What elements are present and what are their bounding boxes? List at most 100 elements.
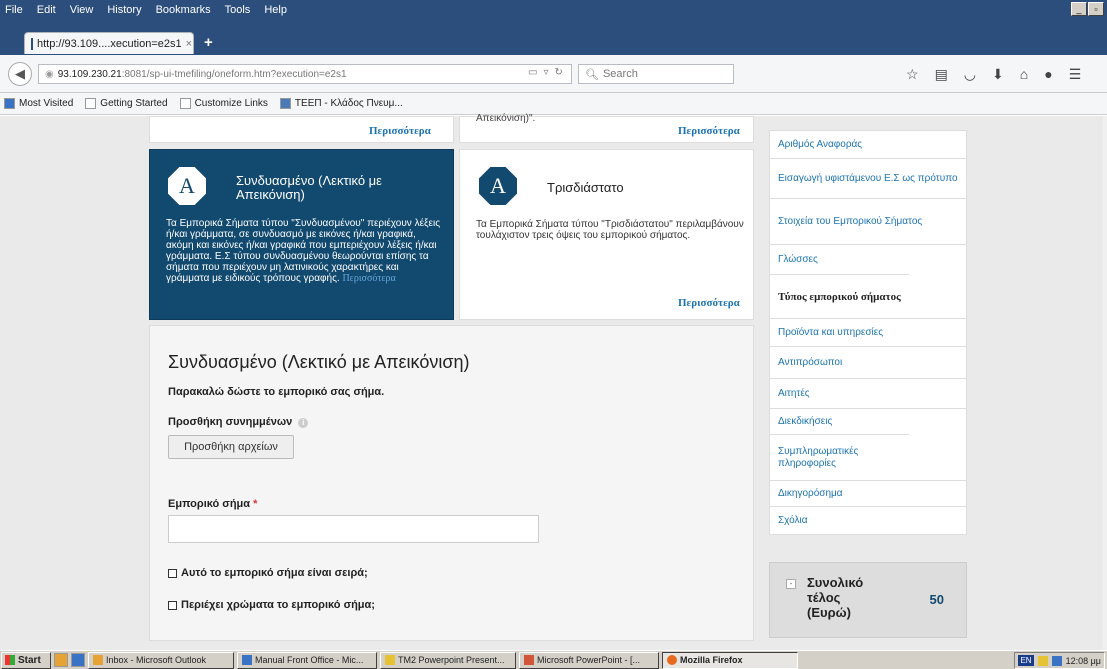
more-link[interactable]: Περισσότερα bbox=[678, 125, 740, 137]
site-info-icon[interactable]: ◉ bbox=[45, 69, 54, 80]
card-partial-left[interactable]: Περισσότερα bbox=[149, 116, 454, 143]
required-mark: * bbox=[253, 498, 258, 510]
url-bar[interactable]: ◉ 93.109.230.21:8081/sp-ui-tmefiling/one… bbox=[38, 64, 572, 84]
start-button[interactable]: Start bbox=[1, 651, 51, 669]
reload-icon[interactable]: ↻ bbox=[554, 67, 562, 78]
card-description: Τα Εμπορικά Σήματα τύπου "Συνδυασμένου" … bbox=[166, 218, 442, 284]
quicklaunch-icon[interactable] bbox=[54, 653, 68, 667]
word-icon bbox=[242, 655, 252, 665]
maximize-icon[interactable]: ▫ bbox=[1088, 2, 1104, 16]
add-files-button[interactable]: Προσθήκη αρχείων bbox=[168, 435, 294, 459]
collapse-icon[interactable]: - bbox=[786, 579, 796, 589]
card-combined[interactable]: A Συνδυασμένο (Λεκτικό με Απεικόνιση) Τα… bbox=[149, 149, 454, 320]
menu-bar: File Edit View History Bookmarks Tools H… bbox=[0, 0, 287, 20]
url-host: 93.109.230.21 bbox=[57, 68, 122, 80]
bookmark-customize-links[interactable]: Customize Links bbox=[179, 98, 268, 109]
task-powerpoint[interactable]: Microsoft PowerPoint - [... bbox=[519, 651, 659, 669]
menu-bookmarks[interactable]: Bookmarks bbox=[156, 4, 211, 16]
bookmark-label: Most Visited bbox=[19, 98, 74, 109]
site-icon bbox=[279, 98, 291, 109]
checkbox-icon[interactable] bbox=[168, 600, 177, 610]
more-link[interactable]: Περισσότερα bbox=[369, 125, 431, 137]
task-tm2[interactable]: TM2 Powerpoint Present... bbox=[380, 651, 516, 669]
bookmark-teep[interactable]: ΤΕΕΠ - Κλάδος Πνευμ... bbox=[279, 98, 403, 109]
sidebar-item-languages[interactable]: Γλώσσες bbox=[769, 244, 967, 274]
sidebar-item-applicants[interactable]: Αιτητές bbox=[769, 378, 967, 408]
reader-icon[interactable]: ▭ bbox=[528, 67, 537, 78]
download-icon[interactable]: ⬇ bbox=[992, 66, 1004, 83]
trademark-input[interactable] bbox=[168, 515, 539, 543]
task-word[interactable]: Manual Front Office - Mic... bbox=[237, 651, 377, 669]
firefox-icon bbox=[667, 655, 677, 665]
language-indicator[interactable]: EN bbox=[1018, 655, 1034, 666]
task-label: TM2 Powerpoint Present... bbox=[398, 655, 505, 665]
search-icon: 🔍︎ bbox=[585, 68, 599, 81]
card-3d[interactable]: A Τρισδιάστατο Τα Εμπορικά Σήματα τύπου … bbox=[459, 149, 754, 320]
pocket-icon[interactable]: ◡ bbox=[964, 66, 976, 83]
windows-flag-icon bbox=[5, 655, 15, 665]
colors-checkbox[interactable]: Περιέχει χρώματα το εμπορικό σήμα; bbox=[168, 599, 375, 611]
sidebar-item-goods[interactable]: Προϊόντα και υπηρεσίες bbox=[769, 318, 967, 346]
more-link[interactable]: Περισσότερα bbox=[342, 273, 395, 284]
search-placeholder: Search bbox=[602, 68, 638, 80]
menu-history[interactable]: History bbox=[107, 4, 141, 16]
home-icon[interactable]: ⌂ bbox=[1020, 66, 1028, 83]
sidebar-item-additional-info[interactable]: Συμπληρωματικές πληροφορίες bbox=[769, 434, 909, 480]
checkbox-label: Περιέχει χρώματα το εμπορικό σήμα; bbox=[181, 599, 375, 611]
minimize-icon[interactable]: _ bbox=[1071, 2, 1087, 16]
checkbox-icon[interactable] bbox=[168, 568, 177, 578]
back-button[interactable]: ◀ bbox=[8, 62, 32, 86]
close-tab-icon[interactable]: × bbox=[186, 38, 192, 50]
menu-file[interactable]: File bbox=[5, 4, 23, 16]
menu-icon[interactable]: ☰ bbox=[1069, 66, 1082, 83]
bookmarks-list-icon[interactable]: ▤ bbox=[935, 66, 948, 83]
url-icons: ▭ ▿ ↻ bbox=[528, 67, 563, 78]
page-icon bbox=[85, 98, 97, 109]
sidebar-item-stamp-duty[interactable]: Δικηγορόσημα bbox=[769, 480, 967, 506]
bookmark-getting-started[interactable]: Getting Started bbox=[85, 98, 168, 109]
new-tab-button[interactable]: + bbox=[204, 34, 213, 51]
sidebar-item-reference[interactable]: Αριθμός Αναφοράς bbox=[769, 130, 967, 158]
browser-tab[interactable]: http://93.109....xecution=e2s1 × bbox=[24, 32, 194, 54]
task-label: Mozilla Firefox bbox=[680, 655, 743, 665]
sidebar-item-mark-type[interactable]: Τύπος εμπορικού σήματος bbox=[769, 274, 909, 318]
most-visited-icon bbox=[4, 98, 15, 109]
dropdown-icon[interactable]: ▿ bbox=[543, 67, 548, 78]
menu-help[interactable]: Help bbox=[264, 4, 287, 16]
task-firefox[interactable]: Mozilla Firefox bbox=[662, 651, 798, 669]
task-outlook[interactable]: Inbox - Microsoft Outlook bbox=[88, 651, 234, 669]
type-letter-icon: A bbox=[479, 167, 517, 205]
sidebar-item-import[interactable]: Εισαγωγή υφιστάμενου Ε.Σ ως πρότυπο bbox=[769, 158, 967, 198]
sidebar-item-mark-details[interactable]: Στοιχεία του Εμπορικού Σήματος bbox=[769, 198, 967, 244]
bookmark-star-icon[interactable]: ☆ bbox=[906, 66, 919, 83]
card-snippet: Απεικόνιση)". bbox=[476, 113, 536, 124]
tray-icon[interactable] bbox=[1037, 655, 1048, 666]
quicklaunch-icon[interactable] bbox=[71, 653, 85, 667]
bookmark-most-visited[interactable]: Most Visited bbox=[4, 98, 73, 109]
page-scrollbar[interactable] bbox=[1103, 116, 1107, 650]
card-description: Τα Εμπορικά Σήματα τύπου "Τρισδιάστατου"… bbox=[476, 219, 744, 241]
more-link[interactable]: Περισσότερα bbox=[678, 297, 740, 309]
series-checkbox[interactable]: Αυτό το εμπορικό σήμα είναι σειρά; bbox=[168, 567, 368, 579]
menu-edit[interactable]: Edit bbox=[37, 4, 56, 16]
tray-icon[interactable] bbox=[1051, 655, 1062, 666]
sidebar-item-representatives[interactable]: Αντιπρόσωποι bbox=[769, 346, 967, 378]
task-label: Manual Front Office - Mic... bbox=[255, 655, 364, 665]
attachments-label: Προσθήκη συνημμένων i bbox=[168, 416, 309, 428]
type-letter-icon: A bbox=[168, 167, 206, 205]
attachments-label-text: Προσθήκη συνημμένων bbox=[168, 416, 293, 428]
task-label: Inbox - Microsoft Outlook bbox=[106, 655, 207, 665]
info-icon[interactable]: i bbox=[298, 418, 309, 428]
card-partial-right[interactable]: Απεικόνιση)". Περισσότερα bbox=[459, 113, 754, 143]
search-bar[interactable]: 🔍︎ Search bbox=[578, 64, 734, 84]
task-label: Microsoft PowerPoint - [... bbox=[537, 655, 641, 665]
menu-view[interactable]: View bbox=[70, 4, 94, 16]
sidebar-item-comments[interactable]: Σχόλια bbox=[769, 506, 967, 535]
sidebar-item-claims[interactable]: Διεκδικήσεις bbox=[769, 408, 967, 434]
trademark-label: Εμπορικό σήμα * bbox=[168, 498, 257, 510]
clock: 12:08 μμ bbox=[1065, 655, 1101, 666]
menu-tools[interactable]: Tools bbox=[225, 4, 251, 16]
chat-icon[interactable]: ● bbox=[1044, 66, 1052, 83]
page-icon bbox=[179, 98, 191, 109]
window-controls: _ ▫ bbox=[1071, 2, 1104, 16]
